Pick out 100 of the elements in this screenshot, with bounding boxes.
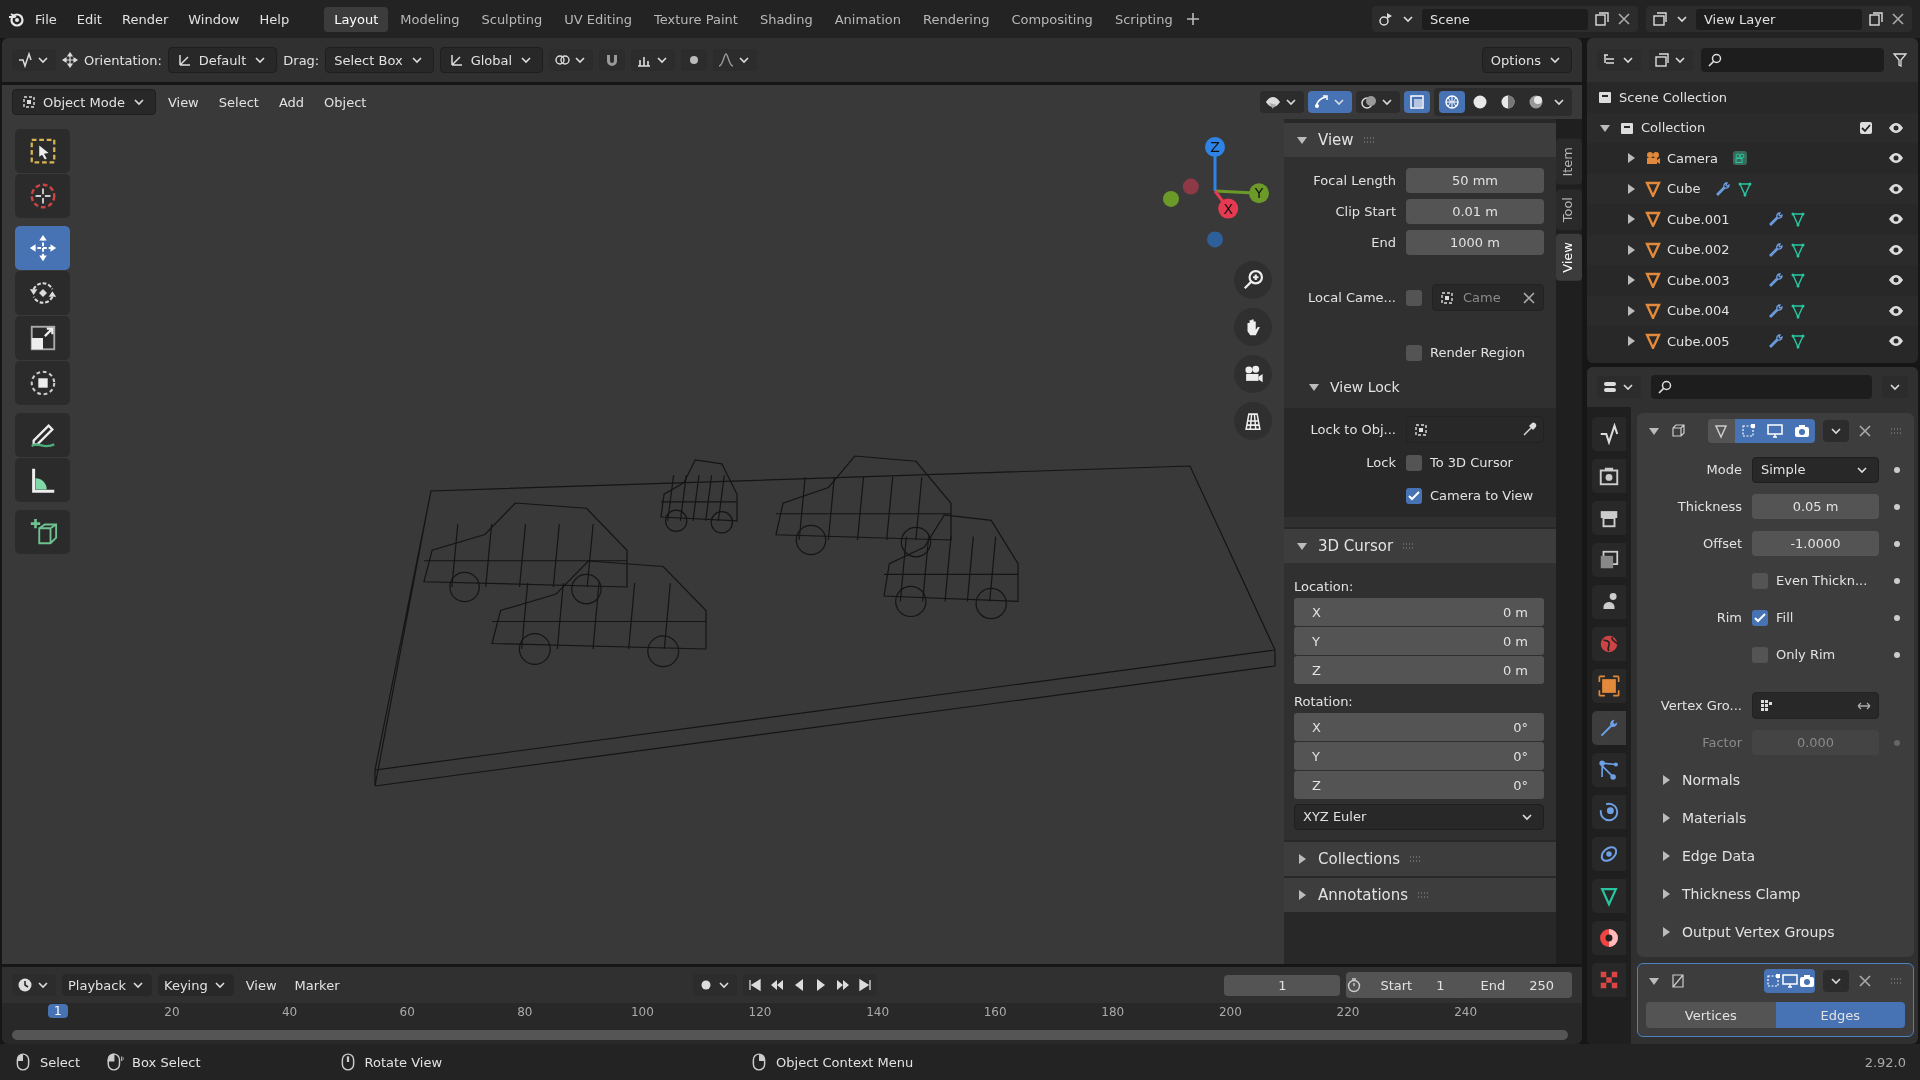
close-icon[interactable] [1890, 11, 1906, 27]
toggle-button[interactable] [1798, 969, 1815, 993]
dropdown[interactable]: Simple [1752, 456, 1879, 483]
modifier-icon[interactable] [1767, 211, 1784, 228]
toggle-button[interactable] [1781, 969, 1798, 993]
workspace-tab[interactable]: Animation [824, 6, 911, 32]
pivot-icon[interactable] [554, 52, 571, 68]
mesh-data-icon[interactable] [1789, 211, 1806, 228]
checkbox-label[interactable]: Fill [1776, 610, 1794, 625]
checkbox-icon[interactable] [1858, 119, 1874, 136]
search-field[interactable] [1651, 375, 1872, 399]
mesh-data-icon[interactable] [1736, 180, 1753, 197]
tool-button[interactable] [15, 361, 70, 405]
menu-item[interactable]: File [26, 7, 66, 31]
properties-tab[interactable] [1592, 879, 1626, 913]
number-field[interactable]: Y 0° [1294, 742, 1544, 770]
shading-rendered-icon[interactable] [1528, 94, 1544, 110]
mesh-data-icon[interactable] [1789, 302, 1806, 319]
workspace-tab[interactable]: Layout [324, 6, 389, 32]
checkbox-label[interactable]: Camera to View [1430, 488, 1534, 503]
sidebar-tab[interactable]: View [1556, 233, 1582, 281]
eyedropper-icon[interactable] [1521, 421, 1537, 438]
outliner-item[interactable]: Cube [1667, 181, 1701, 197]
editor-type-icon[interactable] [1602, 379, 1618, 395]
axis-handle[interactable] [1207, 231, 1223, 248]
transform-dropdown[interactable]: Global [439, 47, 544, 73]
gizmo-icon[interactable] [1313, 94, 1329, 110]
outliner-item[interactable]: Collection [1641, 120, 1706, 136]
properties-tab[interactable] [1592, 417, 1626, 451]
number-field[interactable]: 1000 m [1406, 230, 1544, 255]
drag-dropdown[interactable]: Select Box [325, 47, 434, 73]
workspace-tab[interactable]: Compositing [1001, 6, 1103, 32]
properties-tab[interactable] [1592, 837, 1626, 871]
number-field[interactable]: 0.05 m [1752, 494, 1879, 519]
frame-field[interactable]: 1 [1224, 974, 1341, 996]
orientation-dropdown[interactable]: Default [167, 47, 278, 73]
workspace-tab[interactable]: Sculpting [471, 6, 553, 32]
mesh-data-icon[interactable] [1789, 333, 1806, 350]
camera-data-icon[interactable] [1732, 150, 1749, 167]
workspace-tab[interactable]: Scripting [1104, 6, 1183, 32]
tool-button[interactable] [15, 458, 70, 502]
tool-button[interactable] [15, 271, 70, 315]
toggle-button[interactable] [1764, 969, 1781, 993]
pan-button[interactable] [1234, 308, 1272, 346]
keyframe-icon[interactable] [1894, 651, 1900, 658]
subpanel-title[interactable]: Edge Data [1682, 848, 1756, 864]
modifier-icon[interactable] [1767, 272, 1784, 289]
panel-header[interactable]: Annotations [1284, 878, 1556, 912]
object-field[interactable]: Came [1432, 284, 1544, 311]
properties-tab[interactable] [1592, 753, 1626, 787]
subpanel-title[interactable]: Thickness Clamp [1682, 886, 1801, 902]
axis-handle[interactable] [1163, 190, 1179, 207]
workspace-tab[interactable]: Modeling [390, 6, 470, 32]
keyframe-icon[interactable] [1894, 614, 1900, 621]
axis-handle[interactable]: Z [1205, 137, 1225, 191]
checkbox[interactable] [1752, 609, 1768, 626]
outliner-item[interactable]: Cube.003 [1667, 272, 1730, 288]
duplicate-icon[interactable] [1868, 11, 1884, 27]
clear-icon[interactable] [1521, 289, 1537, 306]
close-icon[interactable] [1616, 11, 1632, 27]
menu-item[interactable]: Marker [288, 974, 346, 996]
filter-icon[interactable] [1892, 52, 1908, 68]
number-field[interactable]: -1.0000 [1752, 531, 1879, 556]
checkbox[interactable] [1406, 487, 1422, 504]
scrollbar[interactable] [12, 1030, 1568, 1040]
number-field[interactable]: X 0 m [1294, 598, 1544, 626]
falloff-icon[interactable] [718, 52, 735, 68]
workspace-tab[interactable]: UV Editing [554, 6, 642, 32]
toggle-button[interactable] [1708, 419, 1735, 443]
sidebar-tab[interactable]: Tool [1556, 188, 1582, 230]
outliner-item[interactable]: Cube.004 [1667, 303, 1730, 319]
app-logo-icon[interactable] [8, 11, 24, 27]
checkbox-label[interactable]: Only Rim [1776, 647, 1836, 662]
close-icon[interactable] [1857, 973, 1873, 989]
view-layer-selector[interactable]: View Layer [1646, 6, 1912, 32]
visibility-icon[interactable] [1265, 94, 1281, 110]
segment-button[interactable]: Vertices [1646, 1002, 1776, 1028]
mode-dropdown[interactable]: Object Mode [12, 89, 156, 115]
toggle-button[interactable] [1734, 419, 1762, 443]
menu-item[interactable]: Window [179, 7, 249, 31]
keyframe-icon[interactable] [1894, 503, 1900, 510]
menu-item[interactable]: Add [270, 90, 313, 114]
options-dropdown[interactable]: Options [1481, 47, 1572, 73]
tool-button[interactable] [15, 413, 70, 457]
sidebar-tab[interactable]: Item [1556, 139, 1582, 185]
menu-item[interactable]: Render [112, 7, 178, 31]
mesh-data-icon[interactable] [1789, 241, 1806, 258]
keyframe-icon[interactable] [1894, 577, 1900, 584]
panel-header[interactable]: Collections [1284, 842, 1556, 876]
scene-selector[interactable]: Scene [1372, 6, 1638, 32]
next-keyframe-icon[interactable] [834, 977, 851, 993]
number-field[interactable]: Y 0 m [1294, 627, 1544, 655]
shading-wireframe-icon[interactable] [1444, 94, 1460, 110]
tool-button[interactable] [15, 510, 70, 554]
keyframe-icon[interactable] [1894, 466, 1900, 473]
number-field[interactable]: X 0° [1294, 713, 1544, 741]
checkbox-label[interactable]: Render Region [1430, 345, 1525, 360]
mesh-data-icon[interactable] [1789, 272, 1806, 289]
panel-header[interactable]: 3D Cursor [1284, 529, 1556, 563]
number-field[interactable]: Z 0 m [1294, 656, 1544, 684]
